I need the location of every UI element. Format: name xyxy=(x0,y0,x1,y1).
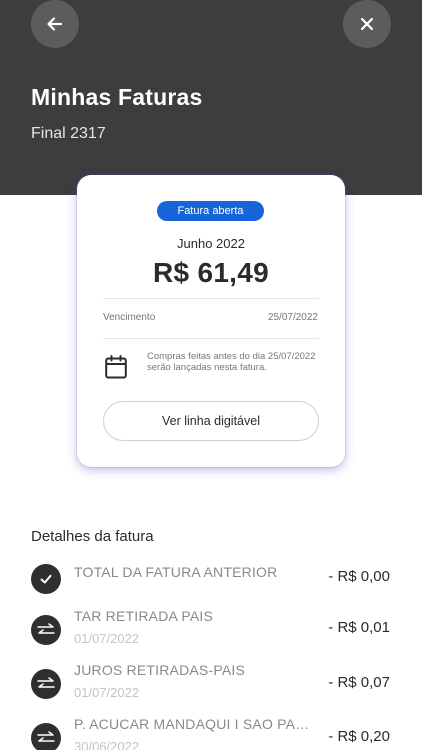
item-value: - R$ 0,00 xyxy=(328,568,390,585)
item-description: TOTAL DA FATURA ANTERIOR xyxy=(74,564,278,580)
transfer-arrows-icon xyxy=(31,669,61,699)
list-item[interactable]: JUROS RETIRADAS-PAIS 01/07/2022 - R$ 0,0… xyxy=(0,662,422,717)
list-item[interactable]: P. ACUCAR MANDAQUI I SAO PAULO 30/06/202… xyxy=(0,716,422,750)
arrow-left-icon xyxy=(47,17,63,31)
divider xyxy=(103,338,319,339)
invoice-month: Junho 2022 xyxy=(177,236,245,251)
item-date: 01/07/2022 xyxy=(74,631,140,646)
item-date: 01/07/2022 xyxy=(74,685,140,700)
item-value: - R$ 0,20 xyxy=(328,728,390,745)
item-description: JUROS RETIRADAS-PAIS xyxy=(74,662,245,678)
transfer-arrows-icon xyxy=(31,615,61,645)
due-label: Vencimento xyxy=(103,312,156,323)
digital-line-button[interactable]: Ver linha digitável xyxy=(103,401,319,441)
divider xyxy=(103,298,319,299)
due-date: 25/07/2022 xyxy=(267,312,318,323)
status-badge: Fatura aberta xyxy=(157,201,264,221)
header: Minhas Faturas Final 2317 xyxy=(0,0,422,195)
card-final-digits: Final 2317 xyxy=(31,125,106,142)
section-title: Detalhes da fatura xyxy=(31,528,154,545)
calendar-icon xyxy=(105,355,127,379)
item-description: TAR RETIRADA PAIS xyxy=(74,608,214,624)
invoice-card: Fatura aberta Junho 2022 R$ 61,49 Vencim… xyxy=(77,175,345,467)
invoice-amount: R$ 61,49 xyxy=(152,257,270,288)
item-value: - R$ 0,01 xyxy=(328,619,390,636)
item-value: - R$ 0,07 xyxy=(328,674,390,691)
transfer-arrows-icon xyxy=(31,723,61,750)
back-button[interactable] xyxy=(31,0,79,48)
item-description: P. ACUCAR MANDAQUI I SAO PAULO xyxy=(74,716,312,732)
check-icon xyxy=(31,564,61,594)
close-button[interactable] xyxy=(343,0,391,48)
list-item[interactable]: TAR RETIRADA PAIS 01/07/2022 - R$ 0,01 xyxy=(0,608,422,663)
page-title: Minhas Faturas xyxy=(31,84,203,110)
invoice-notice: Compras feitas antes do dia 25/07/2022 s… xyxy=(147,351,316,373)
close-icon xyxy=(360,17,374,31)
item-date: 30/06/2022 xyxy=(74,739,140,750)
